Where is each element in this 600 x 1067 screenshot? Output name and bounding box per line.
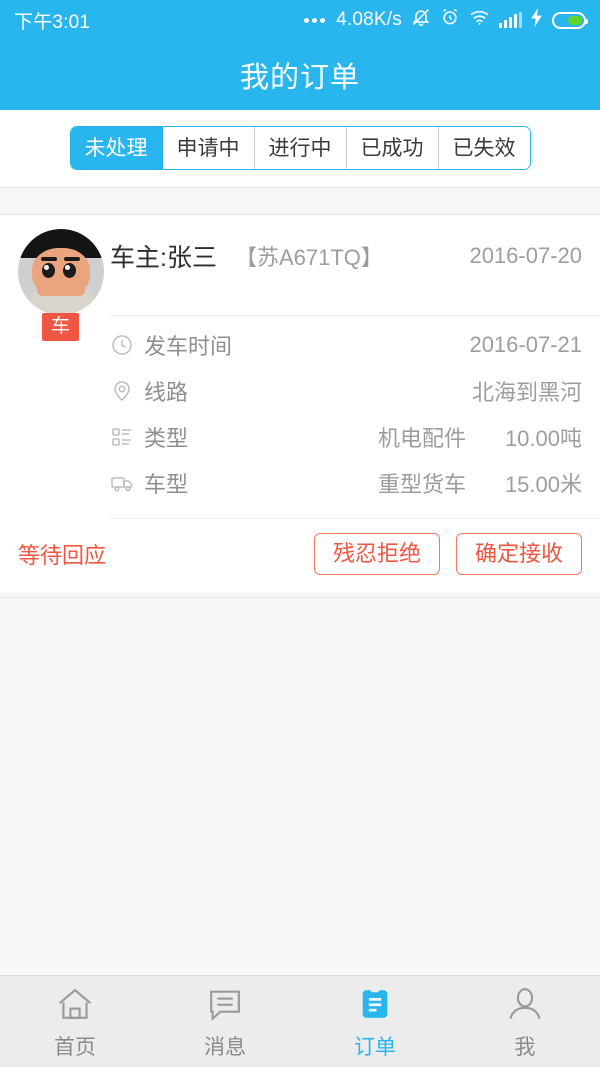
row-value-vehicle-name: 重型货车 — [377, 472, 466, 497]
section-separator — [0, 187, 600, 215]
accept-button[interactable]: 确定接收 — [455, 533, 582, 575]
clock-icon — [110, 333, 144, 357]
order-detail-rows: 发车时间 2016-07-21 线路 北海到黑河 类型 机电配件 10.00吨 … — [110, 315, 600, 518]
message-icon — [205, 983, 245, 1025]
tab-bar-container: 未处理 申请中 进行中 已成功 已失效 — [0, 110, 600, 187]
avatar-column: 车 — [18, 229, 110, 341]
network-speed-text: 4.08K/s — [336, 9, 402, 30]
bottom-nav: 首页 消息 订单 我 — [0, 975, 600, 1067]
order-card-header: 车 车主:张三 【苏A671TQ】 2016-07-20 — [0, 215, 600, 341]
row-route: 线路 北海到黑河 — [110, 368, 582, 414]
row-label-cargo-type: 类型 — [144, 426, 189, 451]
nav-label-profile: 我 — [514, 1035, 536, 1059]
signal-bars-icon — [499, 12, 522, 28]
order-action-buttons: 残忍拒绝 确定接收 — [313, 533, 582, 575]
page-header: 我的订单 — [0, 40, 600, 110]
row-vehicle-type: 车型 重型货车 15.00米 — [110, 460, 582, 506]
order-status-tabs: 未处理 申请中 进行中 已成功 已失效 — [69, 126, 531, 170]
row-label-vehicle-type: 车型 — [144, 472, 189, 497]
nav-item-orders[interactable]: 订单 — [300, 983, 450, 1061]
nav-label-message: 消息 — [204, 1035, 246, 1059]
wifi-icon — [469, 9, 490, 32]
row-value-departure-time: 2016-07-21 — [469, 332, 582, 357]
plate-number: 【苏A671TQ】 — [234, 245, 383, 270]
tab-in-progress[interactable]: 进行中 — [254, 127, 347, 169]
row-value-vehicle-length: 15.00米 — [504, 472, 582, 497]
row-value-cargo-weight: 10.00吨 — [504, 426, 582, 451]
row-values-vehicle-type: 重型货车 15.00米 — [378, 467, 582, 499]
row-value-route: 北海到黑河 — [471, 380, 582, 405]
status-badge: 等待回应 — [18, 543, 107, 568]
row-label-departure-time: 发车时间 — [144, 334, 233, 359]
nav-label-orders: 订单 — [354, 1035, 396, 1059]
nav-item-profile[interactable]: 我 — [450, 983, 600, 1061]
tab-unprocessed[interactable]: 未处理 — [70, 127, 163, 169]
row-cargo-type: 类型 机电配件 10.00吨 — [110, 414, 582, 460]
empty-list-area — [0, 597, 600, 975]
location-pin-icon — [110, 379, 144, 403]
nav-item-home[interactable]: 首页 — [0, 983, 150, 1061]
order-date: 2016-07-20 — [469, 243, 582, 268]
row-label-route: 线路 — [144, 380, 189, 405]
order-card[interactable]: 车 车主:张三 【苏A671TQ】 2016-07-20 发车时间 2016-0… — [0, 215, 600, 593]
alarm-clock-icon — [440, 7, 460, 33]
row-values-cargo-type: 机电配件 10.00吨 — [378, 421, 582, 453]
row-value-cargo-name: 机电配件 — [377, 426, 466, 451]
battery-icon — [552, 11, 588, 29]
category-list-icon — [110, 425, 144, 449]
status-icons: 4.08K/s — [304, 7, 588, 33]
tab-succeeded[interactable]: 已成功 — [346, 127, 439, 169]
order-card-footer: 等待回应 残忍拒绝 确定接收 — [0, 519, 600, 593]
row-values-departure-time: 2016-07-21 — [469, 332, 582, 358]
owner-line: 车主:张三 【苏A671TQ】 2016-07-20 — [110, 229, 582, 274]
tab-expired[interactable]: 已失效 — [438, 127, 530, 169]
nav-label-home: 首页 — [54, 1035, 96, 1059]
status-time: 下午3:01 — [14, 11, 91, 33]
person-icon — [505, 983, 545, 1025]
owner-name: 车主:张三 — [110, 244, 217, 272]
status-bar: 下午3:01 4.08K/s — [0, 0, 600, 40]
avatar[interactable] — [18, 229, 104, 315]
more-dots-icon — [304, 17, 326, 23]
role-badge: 车 — [42, 313, 80, 341]
row-departure-time: 发车时间 2016-07-21 — [110, 322, 582, 368]
page-title: 我的订单 — [239, 62, 360, 94]
truck-icon — [110, 471, 144, 495]
tab-applying[interactable]: 申请中 — [162, 127, 255, 169]
home-icon — [55, 983, 95, 1025]
app-root: 下午3:01 4.08K/s 我的订单 未处理 申请中 进行中 已成功 已失效 … — [0, 0, 600, 1067]
reject-button[interactable]: 残忍拒绝 — [313, 533, 440, 575]
nav-item-message[interactable]: 消息 — [150, 983, 300, 1061]
bell-muted-icon — [411, 7, 431, 33]
charging-bolt-icon — [531, 7, 543, 33]
row-values-route: 北海到黑河 — [472, 375, 582, 407]
clipboard-icon — [355, 983, 395, 1025]
